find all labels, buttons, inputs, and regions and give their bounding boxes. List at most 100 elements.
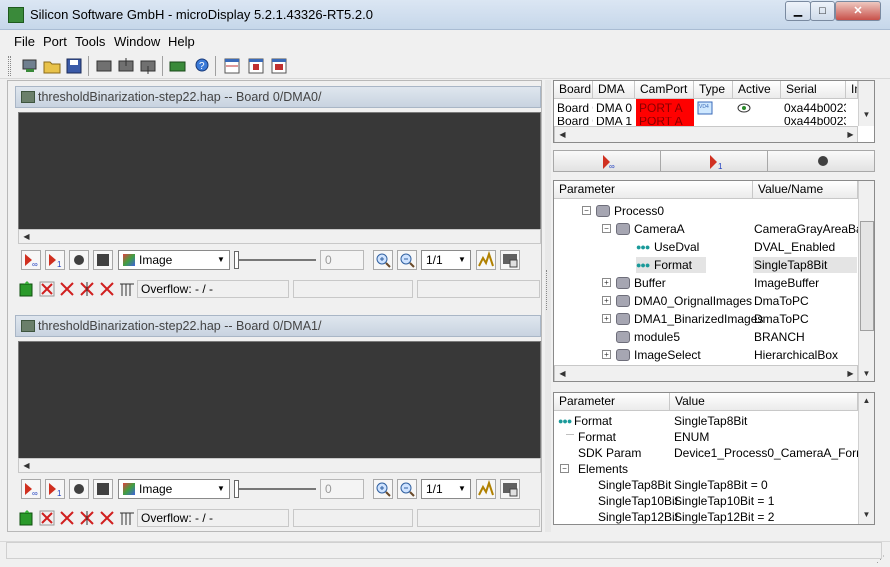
close-button[interactable]: ✕ — [835, 1, 881, 21]
detail-table-vscroll[interactable]: ▲ ▼ — [858, 393, 874, 524]
zoom-in-icon[interactable] — [373, 479, 393, 499]
scroll-right-arrow[interactable]: ▶ — [843, 367, 858, 381]
lost-frame-icon[interactable] — [98, 280, 116, 298]
timing-icon[interactable] — [118, 509, 136, 527]
menu-tools[interactable]: Tools — [75, 34, 105, 49]
scroll-left-arrow[interactable]: ◀ — [19, 230, 34, 245]
zoom-out-icon[interactable] — [397, 250, 417, 270]
error-icon[interactable] — [38, 280, 56, 298]
expand-icon[interactable]: + — [602, 350, 611, 359]
start-single-icon[interactable]: 1 — [45, 250, 65, 270]
col-header-parameter[interactable]: Parameter — [554, 393, 670, 411]
stop-icon[interactable] — [69, 479, 89, 499]
layout-3-icon[interactable] — [269, 56, 289, 76]
scroll-down-arrow[interactable]: ▼ — [859, 367, 874, 381]
scroll-left-arrow[interactable]: ◀ — [19, 459, 34, 474]
menu-file[interactable]: File — [14, 34, 35, 49]
col-header-value[interactable]: Value — [670, 393, 858, 411]
overflow-error-icon[interactable] — [78, 509, 96, 527]
viewer2-hscroll[interactable]: ◀ — [18, 458, 541, 473]
scroll-left-arrow[interactable]: ◀ — [555, 128, 570, 142]
acquire-ok-icon[interactable] — [18, 280, 36, 298]
menu-port[interactable]: Port — [43, 34, 67, 49]
tree-node-dma1[interactable]: + DMA1_BinarizedImages DmaToPC — [554, 310, 858, 328]
scroll-up-arrow[interactable]: ▲ — [859, 394, 874, 409]
zoom-in-icon[interactable] — [373, 250, 393, 270]
slider-thumb[interactable] — [234, 251, 239, 269]
col-header-dma[interactable]: DMA — [593, 81, 635, 99]
load-icon[interactable] — [116, 56, 136, 76]
viewer1-hscroll[interactable]: ◀ — [18, 229, 541, 244]
start-single-button[interactable]: 1 — [661, 151, 768, 171]
start-continuous-icon[interactable]: ∞ — [21, 250, 41, 270]
tree-node-usedval[interactable]: ●●● UseDval DVAL_Enabled — [554, 238, 858, 256]
viewer1-display[interactable] — [18, 112, 541, 230]
error-icon[interactable] — [38, 509, 56, 527]
overflow-error-icon[interactable] — [78, 280, 96, 298]
lost-frame-icon[interactable] — [98, 509, 116, 527]
pane-splitter[interactable] — [545, 80, 551, 532]
viewer2-frame-slider[interactable] — [236, 488, 316, 490]
start-continuous-button[interactable]: ∞ — [554, 151, 661, 171]
col-header-active[interactable]: Active — [733, 81, 781, 99]
histogram-icon[interactable] — [476, 250, 496, 270]
viewer1-frame-slider[interactable] — [236, 259, 316, 261]
open-applet-icon[interactable] — [42, 56, 62, 76]
layout-2-icon[interactable] — [246, 56, 266, 76]
viewer2-title-bar[interactable]: thresholdBinarization-step22.hap -- Boar… — [15, 315, 541, 337]
zoom-out-icon[interactable] — [397, 479, 417, 499]
maximize-button[interactable]: □ — [810, 1, 835, 21]
col-header-board[interactable]: Board — [554, 81, 593, 99]
stop-button[interactable] — [768, 151, 874, 171]
viewer1-frame-spinner[interactable]: 0 — [320, 250, 364, 270]
detail-row[interactable]: SingleTap12Bit SingleTap12Bit = 2 — [554, 508, 858, 524]
acquire-ok-icon[interactable] — [18, 509, 36, 527]
layout-1-icon[interactable] — [222, 56, 242, 76]
scroll-left-arrow[interactable]: ◀ — [555, 367, 570, 381]
col-header-parameter[interactable]: Parameter — [554, 181, 753, 199]
board-icon[interactable] — [20, 56, 40, 76]
tree-node-imageselect[interactable]: + ImageSelect HierarchicalBox — [554, 346, 858, 364]
display-settings-icon[interactable] — [500, 479, 520, 499]
viewer1-mode-select[interactable]: Image ▼ — [118, 250, 230, 270]
save-config-icon[interactable] — [138, 56, 158, 76]
snapshot-icon[interactable] — [93, 250, 113, 270]
parameter-tree-hscroll[interactable]: ◀ ▶ — [554, 365, 858, 381]
collapse-icon[interactable]: − — [602, 224, 611, 233]
display-settings-icon[interactable] — [500, 250, 520, 270]
tree-node-module5[interactable]: module5 BRANCH — [554, 328, 858, 346]
col-header-in[interactable]: In — [846, 81, 858, 99]
scroll-down-arrow[interactable]: ▼ — [859, 108, 874, 123]
start-single-icon[interactable]: 1 — [45, 479, 65, 499]
collapse-icon[interactable]: − — [582, 206, 591, 215]
tree-node-format[interactable]: ●●● Format SingleTap8Bit — [554, 256, 858, 274]
board-table-hscroll[interactable]: ◀ ▶ — [554, 126, 858, 142]
viewer1-scale-select[interactable]: 1/1 ▼ — [421, 250, 471, 270]
col-header-serial[interactable]: Serial — [781, 81, 846, 99]
tree-node-dma0[interactable]: + DMA0_OrignalImages DmaToPC — [554, 292, 858, 310]
resize-grip-icon[interactable]: ⋰ — [876, 554, 886, 564]
camera-icon[interactable] — [168, 56, 188, 76]
minimize-button[interactable]: ▁ — [785, 1, 811, 21]
scroll-right-arrow[interactable]: ▶ — [843, 128, 858, 142]
viewer2-mode-select[interactable]: Image ▼ — [118, 479, 230, 499]
scroll-thumb[interactable] — [860, 221, 874, 331]
col-header-camport[interactable]: CamPort — [635, 81, 694, 99]
expand-icon[interactable]: + — [602, 314, 611, 323]
slider-thumb[interactable] — [234, 480, 239, 498]
tree-node-cameraa[interactable]: − CameraA CameraGrayAreaBase — [554, 220, 874, 238]
col-header-type[interactable]: Type — [694, 81, 733, 99]
save-icon[interactable] — [64, 56, 84, 76]
viewer1-title-bar[interactable]: thresholdBinarization-step22.hap -- Boar… — [15, 86, 541, 108]
stop-icon[interactable] — [69, 250, 89, 270]
start-continuous-icon[interactable]: ∞ — [21, 479, 41, 499]
table-row[interactable]: Board 0 DMA 1 PORT A 0xa44b0023 — [554, 117, 858, 126]
config-icon[interactable] — [94, 56, 114, 76]
board-table-vscroll[interactable]: ▼ — [858, 81, 874, 126]
col-header-value-name[interactable]: Value/Name — [753, 181, 858, 199]
menu-window[interactable]: Window — [114, 34, 160, 49]
viewer2-display[interactable] — [18, 341, 541, 459]
timing-icon[interactable] — [118, 280, 136, 298]
viewer2-scale-select[interactable]: 1/1 ▼ — [421, 479, 471, 499]
collapse-icon[interactable]: − — [560, 464, 569, 473]
